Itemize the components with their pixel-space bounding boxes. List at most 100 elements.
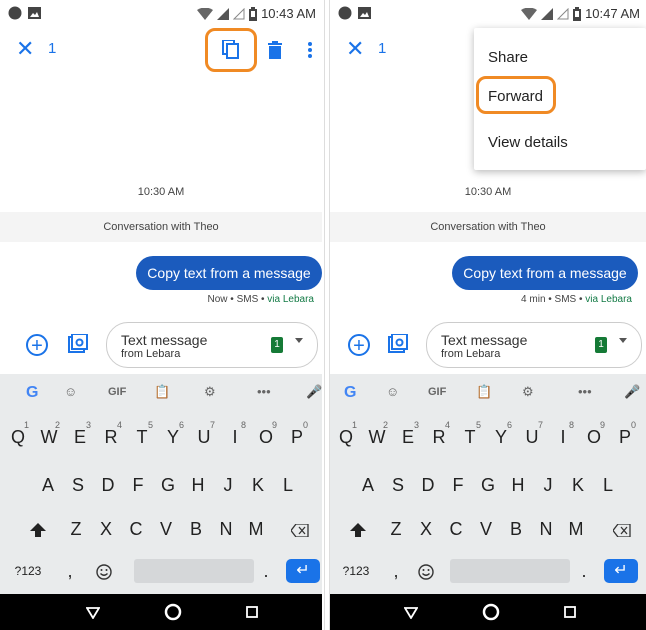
menu-item-view-details[interactable]: View details [488, 134, 568, 151]
camera-gallery-icon[interactable] [68, 334, 88, 354]
settings-icon[interactable]: ⚙ [204, 384, 216, 400]
key-l[interactable]: L [594, 462, 622, 508]
emoji-key[interactable] [90, 548, 118, 594]
key-x[interactable]: X [92, 506, 120, 552]
key-h[interactable]: H [504, 462, 532, 508]
close-selection-icon[interactable]: ✕ [346, 36, 364, 62]
backspace-key[interactable] [286, 506, 314, 552]
sim-dropdown-icon[interactable] [295, 338, 303, 343]
symbols-key[interactable]: ?123 [336, 548, 376, 594]
message-input[interactable]: Text message from Lebara 1 [426, 322, 642, 368]
microphone-icon[interactable]: 🎤 [624, 384, 640, 400]
key-c[interactable]: C [442, 506, 470, 552]
key-m[interactable]: M [242, 506, 270, 552]
key-v[interactable]: V [152, 506, 180, 552]
key-z[interactable]: Z [62, 506, 90, 552]
key-a[interactable]: A [34, 462, 62, 508]
key-a[interactable]: A [354, 462, 382, 508]
key-q[interactable]: Q1 [332, 414, 360, 460]
backspace-key[interactable] [608, 506, 636, 552]
enter-key[interactable]: ↵ [604, 559, 638, 583]
comma-key[interactable]: , [382, 548, 410, 594]
key-t[interactable]: T5 [456, 414, 484, 460]
gif-button[interactable]: GIF [428, 386, 446, 398]
key-e[interactable]: E3 [66, 414, 94, 460]
sim-icon[interactable]: 1 [271, 337, 283, 353]
key-d[interactable]: D [414, 462, 442, 508]
carrier-link[interactable]: via Lebara [585, 294, 632, 305]
key-h[interactable]: H [184, 462, 212, 508]
key-b[interactable]: B [182, 506, 210, 552]
home-icon[interactable] [482, 603, 500, 621]
key-b[interactable]: B [502, 506, 530, 552]
carrier-link[interactable]: via Lebara [267, 294, 314, 305]
settings-icon[interactable]: ⚙ [522, 384, 534, 400]
key-v[interactable]: V [472, 506, 500, 552]
add-attachment-button[interactable]: + [348, 334, 370, 356]
recents-icon[interactable] [564, 606, 576, 618]
key-s[interactable]: S [64, 462, 92, 508]
key-k[interactable]: K [564, 462, 592, 508]
shift-key[interactable] [24, 506, 52, 552]
key-p[interactable]: P0 [611, 414, 639, 460]
key-k[interactable]: K [244, 462, 272, 508]
key-u[interactable]: U7 [518, 414, 546, 460]
symbols-key[interactable]: ?123 [8, 548, 48, 594]
key-t[interactable]: T5 [128, 414, 156, 460]
key-m[interactable]: M [562, 506, 590, 552]
key-g[interactable]: G [154, 462, 182, 508]
delete-button[interactable] [259, 34, 291, 66]
microphone-icon[interactable]: 🎤 [306, 384, 322, 400]
clipboard-icon[interactable]: 📋 [154, 384, 170, 400]
sticker-icon[interactable]: ☺ [64, 384, 77, 399]
period-key[interactable]: . [252, 548, 280, 594]
google-icon[interactable]: G [26, 384, 38, 402]
key-r[interactable]: R4 [97, 414, 125, 460]
key-y[interactable]: Y6 [159, 414, 187, 460]
sim-icon[interactable]: 1 [595, 337, 607, 353]
more-options-button[interactable] [294, 34, 322, 66]
home-icon[interactable] [164, 603, 182, 621]
space-key[interactable] [134, 559, 254, 583]
comma-key[interactable]: , [56, 548, 84, 594]
camera-gallery-icon[interactable] [388, 334, 408, 354]
clipboard-icon[interactable]: 📋 [476, 384, 492, 400]
recents-icon[interactable] [246, 606, 258, 618]
emoji-key[interactable] [412, 548, 440, 594]
key-w[interactable]: W2 [35, 414, 63, 460]
back-icon[interactable] [86, 607, 100, 619]
copy-button[interactable] [205, 28, 257, 72]
sticker-icon[interactable]: ☺ [386, 384, 399, 399]
shift-key[interactable] [344, 506, 372, 552]
key-q[interactable]: Q1 [4, 414, 32, 460]
message-bubble[interactable]: Copy text from a message [452, 256, 638, 290]
add-attachment-button[interactable]: + [26, 334, 48, 356]
key-n[interactable]: N [532, 506, 560, 552]
more-icon[interactable]: ••• [578, 384, 592, 399]
key-y[interactable]: Y6 [487, 414, 515, 460]
message-bubble[interactable]: Copy text from a message [136, 256, 322, 290]
key-c[interactable]: C [122, 506, 150, 552]
period-key[interactable]: . [570, 548, 598, 594]
key-p[interactable]: P0 [283, 414, 311, 460]
google-icon[interactable]: G [344, 384, 356, 402]
key-n[interactable]: N [212, 506, 240, 552]
key-r[interactable]: R4 [425, 414, 453, 460]
key-s[interactable]: S [384, 462, 412, 508]
sim-dropdown-icon[interactable] [619, 338, 627, 343]
space-key[interactable] [450, 559, 570, 583]
key-x[interactable]: X [412, 506, 440, 552]
key-w[interactable]: W2 [363, 414, 391, 460]
key-j[interactable]: J [214, 462, 242, 508]
key-z[interactable]: Z [382, 506, 410, 552]
key-o[interactable]: O9 [252, 414, 280, 460]
key-d[interactable]: D [94, 462, 122, 508]
key-i[interactable]: I8 [549, 414, 577, 460]
menu-item-share[interactable]: Share [488, 49, 528, 66]
enter-key[interactable]: ↵ [286, 559, 320, 583]
key-f[interactable]: F [444, 462, 472, 508]
key-i[interactable]: I8 [221, 414, 249, 460]
gif-button[interactable]: GIF [108, 386, 126, 398]
key-g[interactable]: G [474, 462, 502, 508]
key-f[interactable]: F [124, 462, 152, 508]
